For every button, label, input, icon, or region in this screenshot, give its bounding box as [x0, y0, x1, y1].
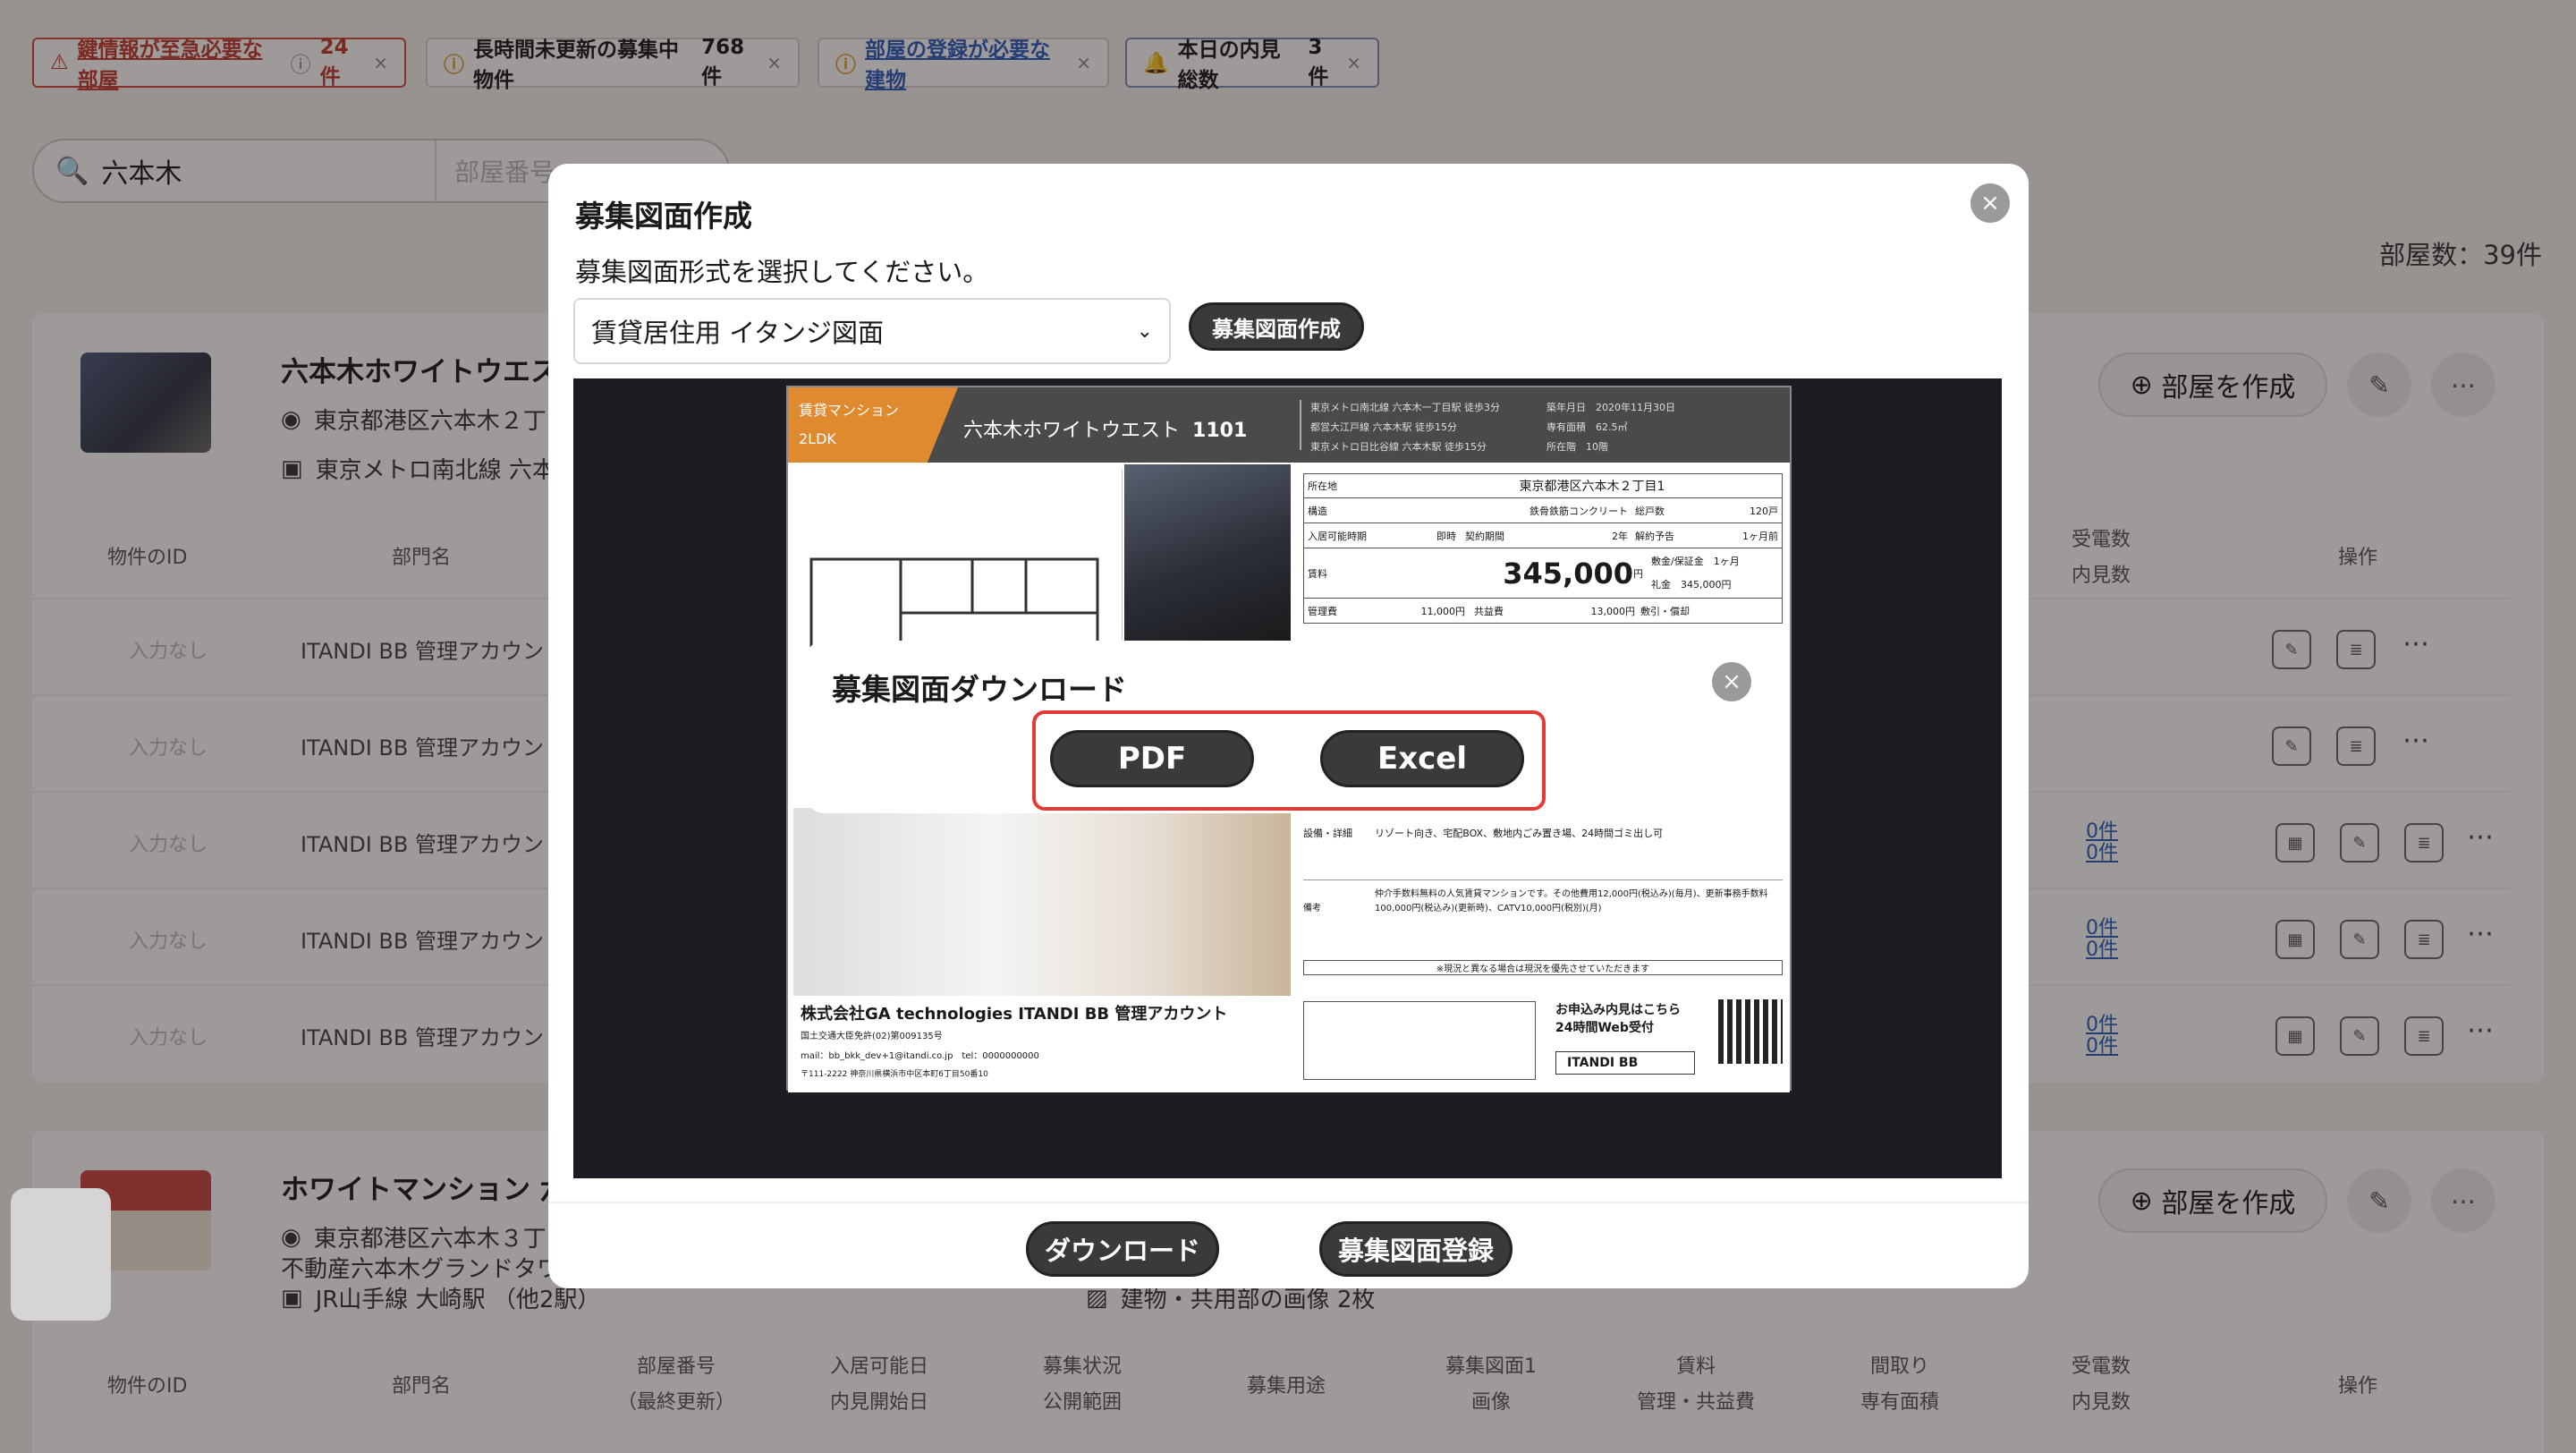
- create-map-button[interactable]: 募集図面作成: [1189, 302, 1364, 351]
- label: 解約予告: [1635, 530, 1674, 542]
- doc-footer: 株式会社GA technologies ITANDI BB 管理アカウント 国土…: [788, 996, 1790, 1092]
- value: 仲介手数料無料の人気賃貸マンションです。その他費用12,000円(税込み)(毎月…: [1375, 889, 1768, 913]
- doc-room: 1101: [1192, 420, 1248, 442]
- doc-caution: ※現況と異なる場合は現況を優先させていただきます: [1303, 960, 1783, 975]
- doc-access: 東京メトロ南北線 六本木一丁目駅 徒歩3分 都営大江戸線 六本木駅 徒歩15分 …: [1310, 398, 1500, 457]
- modal-subtitle: 募集図面形式を選択してください。: [575, 257, 989, 287]
- modal-footer: ダウンロード 募集図面登録: [548, 1202, 2029, 1288]
- value: 11,000円: [1420, 605, 1466, 617]
- label: 所在地: [1308, 480, 1337, 492]
- doc-title: 六本木ホワイトウエスト 1101: [963, 414, 1247, 443]
- label: 賃料: [1308, 567, 1327, 580]
- download-modal: 募集図面ダウンロード × PDF Excel: [805, 641, 1771, 813]
- label: 契約期間: [1465, 530, 1504, 542]
- doc-name: 六本木ホワイトウエスト: [963, 420, 1181, 442]
- spec-line: 所在階 10階: [1546, 441, 1608, 453]
- value: 120戸: [1750, 505, 1778, 517]
- doc-type: 賃貸マンション: [799, 402, 900, 419]
- floating-widget[interactable]: [11, 1188, 111, 1321]
- chevron-down-icon: ⌄: [1136, 319, 1153, 343]
- label: 敷金/保証金: [1651, 555, 1704, 567]
- doc-notes: 備考 仲介手数料無料の人気賃貸マンションです。その他費用12,000円(税込み)(…: [1303, 879, 1783, 916]
- web-line: 24時間Web受付: [1555, 1021, 1654, 1035]
- access-line: 東京メトロ南北線 六本木一丁目駅 徒歩3分: [1310, 402, 1500, 413]
- web-line: お申込み内見はこちら: [1555, 1003, 1681, 1017]
- doc-info-table: 所在地 東京都港区六本木２丁目1 構造 鉄骨鉄筋コンクリート 総戸数 120戸 入居可能…: [1303, 473, 1783, 624]
- close-icon[interactable]: ×: [1712, 662, 1751, 701]
- access-line: 都営大江戸線 六本木駅 徒歩15分: [1310, 421, 1457, 433]
- close-icon[interactable]: ×: [1970, 183, 2010, 223]
- doc-layout: 2LDK: [799, 430, 836, 447]
- itandi-search: ITANDI BB: [1555, 1051, 1695, 1075]
- doc-equipment: 設備・詳細 リゾート向き、宅配BOX、敷地内ごみ置き場、24時間ゴミ出し可: [1303, 826, 1783, 840]
- floor-plan-drawing: [809, 557, 1099, 668]
- modal-title: 募集図面作成: [575, 199, 752, 234]
- download-modal-title: 募集図面ダウンロード: [832, 672, 1127, 707]
- value: 即時: [1436, 530, 1456, 542]
- excel-download-button[interactable]: Excel: [1320, 730, 1524, 787]
- value: 13,000円: [1590, 605, 1636, 617]
- label: 構造: [1308, 505, 1327, 517]
- divider: [1300, 400, 1301, 450]
- format-select[interactable]: 賃貸居住用 イタンジ図面 ⌄: [573, 298, 1171, 364]
- company-name: 株式会社GA technologies ITANDI BB 管理アカウント: [801, 1005, 1228, 1024]
- value: 1ヶ月: [1713, 555, 1740, 567]
- info-grid: [1303, 1001, 1536, 1080]
- value: 東京都港区六本木２丁目1: [1519, 480, 1665, 494]
- label: 管理費: [1308, 605, 1337, 617]
- value: 鉄骨鉄筋コンクリート: [1530, 505, 1628, 517]
- register-map-button[interactable]: 募集図面登録: [1319, 1221, 1513, 1277]
- value: 345,000円: [1681, 578, 1732, 591]
- label: 敷引・償却: [1640, 605, 1690, 617]
- contact: mail：bb_bkk_dev+1@itandi.co.jp tel：00000…: [801, 1051, 1039, 1061]
- value: 2年: [1612, 530, 1628, 542]
- doc-specs: 築年月日 2020年11月30日 専有面積 62.5㎡ 所在階 10階: [1546, 398, 1675, 457]
- value: 1ヶ月前: [1742, 530, 1778, 542]
- label: 総戸数: [1635, 505, 1665, 517]
- license: 国土交通大臣免許(02)第009135号: [801, 1032, 943, 1041]
- value: リゾート向き、宅配BOX、敷地内ごみ置き場、24時間ゴミ出し可: [1375, 828, 1664, 839]
- building-photo: [1124, 464, 1291, 643]
- download-button[interactable]: ダウンロード: [1026, 1221, 1219, 1277]
- pdf-download-button[interactable]: PDF: [1050, 730, 1254, 787]
- label: 共益費: [1474, 605, 1504, 617]
- label: 礼金: [1651, 578, 1671, 591]
- qr-code: [1718, 999, 1783, 1064]
- interior-photo: [793, 808, 1291, 996]
- label: 入居可能時期: [1308, 530, 1367, 542]
- label: 備考: [1303, 904, 1321, 913]
- spec-line: 専有面積 62.5㎡: [1546, 421, 1628, 433]
- label: 設備・詳細: [1303, 828, 1352, 839]
- select-value: 賃貸居住用 イタンジ図面: [591, 318, 885, 348]
- company-address: 〒111-2222 神奈川県横浜市中区本町6丁目50番10: [801, 1070, 988, 1079]
- rent-value: 345,000: [1503, 556, 1633, 591]
- spec-line: 築年月日 2020年11月30日: [1546, 402, 1675, 413]
- web-text: お申込み内見はこちら 24時間Web受付: [1555, 1001, 1681, 1037]
- access-line: 東京メトロ日比谷線 六本木駅 徒歩15分: [1310, 441, 1487, 453]
- floor-plan: [793, 470, 1123, 668]
- unit: 円: [1633, 567, 1643, 580]
- itandi-label: ITANDI BB: [1567, 1056, 1639, 1070]
